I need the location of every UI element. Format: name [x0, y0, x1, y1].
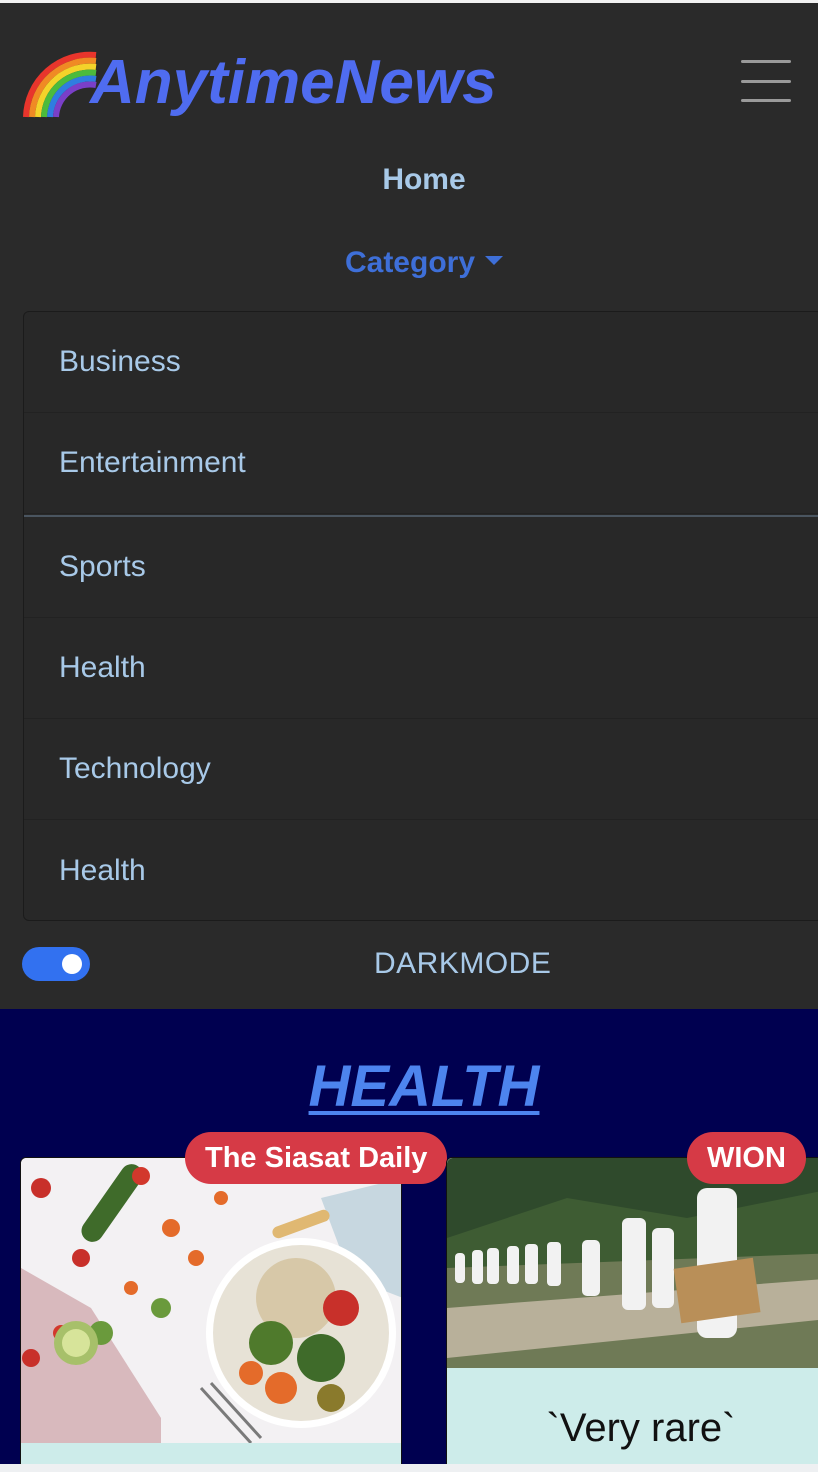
darkmode-switch-row: DARKMODE [22, 945, 818, 985]
source-badge: The Siasat Daily [185, 1132, 448, 1184]
dropdown-item-label: Technology [59, 752, 211, 785]
news-card-body: `Very rare` [447, 1368, 818, 1472]
rainbow-icon [23, 51, 97, 118]
hamburger-icon-bar [741, 99, 791, 102]
dropdown-item-label: Health [59, 651, 146, 684]
dropdown-item-health[interactable]: Health [24, 618, 818, 719]
brand-name: AnytimeNews [90, 48, 497, 117]
healthy-food-bowl-image [21, 1158, 401, 1443]
dropdown-item-label: Business [59, 345, 181, 378]
dropdown-item-health-2[interactable]: Health [24, 820, 818, 920]
source-badge: WION [687, 1132, 806, 1184]
news-section: HEALTH The Siasat Daily `Very rare` WION [0, 1009, 818, 1472]
dropdown-item-label: Health [59, 853, 146, 887]
workers-in-protective-suits-image [447, 1158, 818, 1368]
category-dropdown-menu: Business Entertainment Sports Health Tec… [23, 311, 818, 921]
dropdown-item-label: Entertainment [59, 446, 246, 479]
news-card[interactable]: The Siasat Daily [20, 1132, 448, 1472]
dropdown-item-label: Sports [59, 550, 146, 583]
bottom-edge [0, 1464, 818, 1472]
darkmode-label: DARKMODE [374, 947, 552, 980]
nav-home-link[interactable]: Home [0, 163, 818, 197]
hamburger-icon-bar [741, 60, 791, 63]
news-card[interactable]: `Very rare` WION [446, 1132, 818, 1472]
nav-category-dropdown-toggle[interactable]: Category [0, 246, 818, 280]
section-title: HEALTH [308, 1054, 540, 1119]
caret-down-icon [485, 255, 504, 265]
news-card-image [21, 1158, 401, 1443]
dropdown-item-sports[interactable]: Sports [24, 517, 818, 618]
category-label: Category [344, 246, 476, 279]
darkmode-toggle[interactable] [22, 947, 90, 981]
hamburger-icon-bar [741, 79, 791, 83]
news-card-image [447, 1158, 818, 1368]
dropdown-item-entertainment[interactable]: Entertainment [24, 413, 818, 514]
navbar: AnytimeNews Home Category Business Enter… [0, 3, 818, 1009]
toggle-knob [62, 954, 82, 974]
news-card-title: `Very rare` [546, 1406, 736, 1450]
navbar-toggler-button[interactable] [733, 56, 799, 106]
dropdown-item-business[interactable]: Business [24, 312, 818, 413]
brand-logo-link[interactable]: AnytimeNews [22, 43, 497, 123]
dropdown-item-technology[interactable]: Technology [24, 719, 818, 820]
